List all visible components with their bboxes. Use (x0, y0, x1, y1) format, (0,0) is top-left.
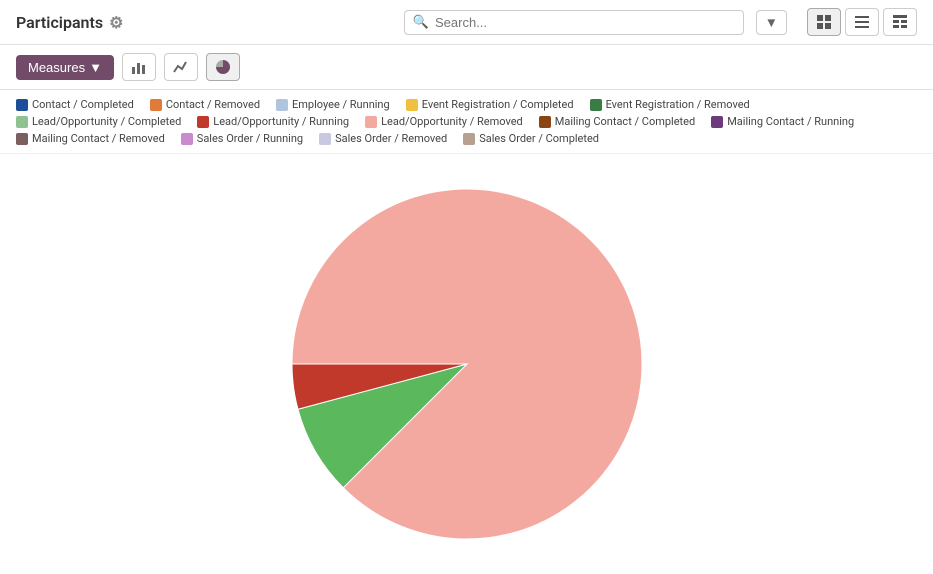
legend-label: Sales Order / Completed (479, 132, 599, 145)
measures-label: Measures (28, 60, 85, 75)
top-bar: Participants ⚙ 🔍 ▼ (0, 0, 933, 45)
search-icon: 🔍 (413, 15, 429, 30)
gear-icon[interactable]: ⚙ (109, 13, 123, 32)
bar-chart-icon (131, 59, 147, 75)
list-view-button[interactable] (845, 8, 879, 36)
search-dropdown-button[interactable]: ▼ (756, 10, 787, 35)
image-view-button[interactable] (807, 8, 841, 36)
legend-label: Lead/Opportunity / Completed (32, 115, 181, 128)
legend-item: Contact / Completed (16, 98, 134, 111)
legend-color (16, 99, 28, 111)
legend-color (539, 116, 551, 128)
legend-item: Mailing Contact / Running (711, 115, 854, 128)
legend-item: Event Registration / Removed (590, 98, 750, 111)
legend-item: Employee / Running (276, 98, 390, 111)
legend-label: Contact / Completed (32, 98, 134, 111)
measures-button[interactable]: Measures ▼ (16, 55, 114, 80)
legend-color (276, 99, 288, 111)
legend-item: Sales Order / Removed (319, 132, 447, 145)
pie-chart-icon (215, 59, 231, 75)
legend-item: Mailing Contact / Completed (539, 115, 695, 128)
pie-chart-svg (277, 174, 657, 554)
search-container: 🔍 (404, 10, 744, 35)
legend-label: Sales Order / Removed (335, 132, 447, 145)
legend-label: Sales Order / Running (197, 132, 303, 145)
legend-color (590, 99, 602, 111)
legend-color (406, 99, 418, 111)
legend-color (711, 116, 723, 128)
bar-chart-button[interactable] (122, 53, 156, 81)
legend-color (181, 133, 193, 145)
line-chart-icon (173, 59, 189, 75)
page-title: Participants ⚙ (16, 13, 123, 32)
measures-arrow-icon: ▼ (89, 60, 102, 75)
image-icon (816, 14, 832, 30)
legend-item: Lead/Opportunity / Completed (16, 115, 181, 128)
search-input[interactable] (435, 15, 735, 30)
legend-item: Event Registration / Completed (406, 98, 574, 111)
legend-label: Event Registration / Completed (422, 98, 574, 111)
legend-label: Mailing Contact / Completed (555, 115, 695, 128)
legend-item: Sales Order / Running (181, 132, 303, 145)
view-buttons (807, 8, 917, 36)
legend-label: Lead/Opportunity / Running (213, 115, 349, 128)
legend-area: Contact / Completed Contact / Removed Empl… (0, 90, 933, 154)
legend-item: Contact / Removed (150, 98, 260, 111)
legend-label: Event Registration / Removed (606, 98, 750, 111)
table-view-button[interactable] (883, 8, 917, 36)
pie-chart-button[interactable] (206, 53, 240, 81)
legend-color (150, 99, 162, 111)
legend-label: Contact / Removed (166, 98, 260, 111)
legend-color (463, 133, 475, 145)
legend-label: Mailing Contact / Running (727, 115, 854, 128)
title-text: Participants (16, 13, 103, 32)
toolbar: Measures ▼ (0, 45, 933, 90)
legend-item: Mailing Contact / Removed (16, 132, 165, 145)
legend-item: Lead/Opportunity / Removed (365, 115, 523, 128)
list-icon (854, 14, 870, 30)
legend-color (16, 116, 28, 128)
chart-area (0, 154, 933, 574)
legend-color (197, 116, 209, 128)
table-icon (892, 14, 908, 30)
legend-color (365, 116, 377, 128)
legend-label: Employee / Running (292, 98, 390, 111)
legend-color (16, 133, 28, 145)
legend-item: Sales Order / Completed (463, 132, 599, 145)
line-chart-button[interactable] (164, 53, 198, 81)
legend-color (319, 133, 331, 145)
legend-item: Lead/Opportunity / Running (197, 115, 349, 128)
legend-label: Lead/Opportunity / Removed (381, 115, 523, 128)
legend-label: Mailing Contact / Removed (32, 132, 165, 145)
